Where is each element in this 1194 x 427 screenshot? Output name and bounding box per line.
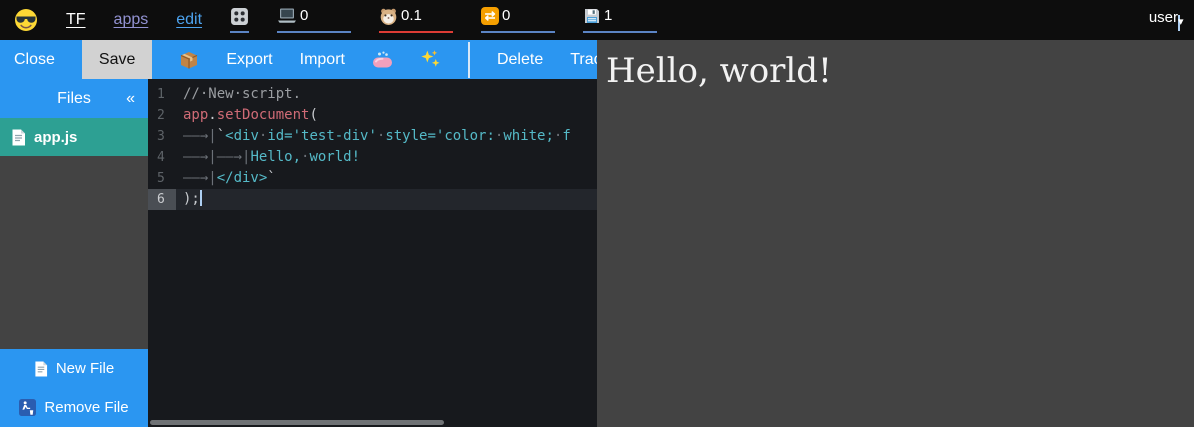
import-button[interactable]: Import	[300, 51, 345, 69]
line-number: 3	[148, 126, 176, 147]
user-menu-label: user	[1149, 9, 1178, 26]
code-line[interactable]: 2app.setDocument(	[148, 105, 597, 126]
new-file-button[interactable]: New File	[0, 349, 148, 388]
code-line-text: app.setDocument(	[176, 105, 318, 126]
code-lines: 1//·New·script.2app.setDocument(3——→|`<d…	[148, 79, 597, 210]
code-line-text: ——→|——→|Hello,·world!	[176, 147, 360, 168]
text-cursor	[200, 190, 202, 206]
user-menu[interactable]: user▾	[1149, 9, 1180, 31]
tab-whitespace-marker: ——→|	[217, 149, 251, 165]
line-number: 5	[148, 168, 176, 189]
code-token: f	[562, 128, 570, 144]
files-sidebar: Files « app.js New File	[0, 79, 148, 427]
code-token: id='test-div'	[267, 128, 377, 144]
code-token: </div>	[217, 170, 268, 186]
soap-icon	[372, 50, 393, 70]
code-line[interactable]: 3——→|`<div·id='test-div'·style='color:·w…	[148, 126, 597, 147]
line-number: 2	[148, 105, 176, 126]
repeat-icon: ⇄	[481, 7, 499, 25]
soap-button[interactable]	[372, 50, 393, 70]
sidebar-actions: New File Remove File	[0, 349, 148, 427]
tab-whitespace-marker: ——→|	[183, 170, 217, 186]
laptop-icon	[277, 7, 297, 24]
tab-whitespace-marker: ——→|	[183, 128, 217, 144]
stat-cpu[interactable]: 0	[277, 7, 351, 33]
line-number: 4	[148, 147, 176, 168]
sparkles-button[interactable]	[420, 49, 441, 70]
remove-file-label: Remove File	[44, 399, 128, 416]
code-token: Hello,	[250, 149, 301, 165]
package-button[interactable]	[179, 50, 199, 70]
line-number: 1	[148, 84, 176, 105]
new-file-icon	[34, 361, 48, 377]
brand-link[interactable]: TF	[66, 11, 86, 29]
stat-storage-value: 1	[604, 7, 612, 25]
code-line[interactable]: 4——→|——→|Hello,·world!	[148, 147, 597, 168]
floppy-icon	[583, 7, 601, 25]
code-token: (	[309, 107, 317, 123]
editor-toolbar: Close Save Export Import	[0, 40, 597, 79]
die-grid-icon[interactable]	[230, 7, 249, 33]
file-name: app.js	[34, 129, 77, 146]
code-line-text: );	[176, 189, 202, 210]
horizontal-scrollbar[interactable]	[150, 420, 444, 425]
chevron-down-icon: ▾	[1178, 15, 1180, 31]
code-line[interactable]: 1 //·New·script.	[148, 84, 597, 105]
code-token: //·New·script.	[183, 86, 301, 102]
stat-repeat[interactable]: ⇄ 0	[481, 7, 555, 33]
app-preview-pane: Hello, world!	[597, 40, 1194, 427]
remove-file-button[interactable]: Remove File	[0, 388, 148, 427]
code-line-text: ——→|`<div·id='test-div'·style='color:·wh…	[176, 126, 571, 147]
nav-link-edit[interactable]: edit	[176, 11, 202, 29]
sparkles-icon	[420, 49, 441, 70]
file-item-appjs[interactable]: app.js	[0, 118, 148, 156]
close-button[interactable]: Close	[14, 51, 55, 69]
stat-hamster-value: 0.1	[401, 7, 422, 25]
stat-cpu-value: 0	[300, 7, 308, 25]
sunglasses-emoji-icon[interactable]	[14, 8, 38, 32]
delete-button[interactable]: Delete	[497, 51, 543, 69]
files-title: Files	[57, 90, 91, 108]
files-header: Files «	[0, 79, 148, 118]
code-token: app	[183, 107, 208, 123]
stat-repeat-value: 0	[502, 7, 510, 25]
code-token: <div	[225, 128, 259, 144]
code-token: world!	[309, 149, 360, 165]
line-number: 6	[148, 189, 176, 210]
code-token: .	[208, 107, 216, 123]
stat-hamster[interactable]: 0.1	[379, 7, 453, 33]
collapse-sidebar-icon[interactable]: «	[126, 90, 135, 108]
tab-whitespace-marker: ——→|	[183, 149, 217, 165]
code-line-text: //·New·script.	[176, 84, 301, 105]
code-token: white;	[503, 128, 554, 144]
code-token: setDocument	[217, 107, 310, 123]
code-line[interactable]: 6);	[148, 189, 597, 210]
top-bar: TF apps edit 0 0.1	[0, 0, 1194, 40]
file-icon	[11, 129, 26, 146]
code-token: `	[267, 170, 275, 186]
preview-hello-text: Hello, world!	[597, 40, 1194, 91]
package-icon	[179, 50, 199, 70]
code-editor[interactable]: 1//·New·script.2app.setDocument(3——→|`<d…	[148, 79, 597, 427]
nav-link-apps[interactable]: apps	[114, 11, 149, 29]
new-file-label: New File	[56, 360, 114, 377]
empty-swatch-box[interactable]	[468, 42, 470, 78]
litter-bin-icon	[19, 399, 36, 416]
code-token: style='color:	[385, 128, 495, 144]
export-button[interactable]: Export	[226, 51, 272, 69]
code-token: );	[183, 191, 200, 207]
code-token: `	[217, 128, 225, 144]
hamster-icon	[379, 7, 398, 26]
save-button[interactable]: Save	[82, 40, 152, 79]
code-line-text: ——→|</div>`	[176, 168, 276, 189]
code-line[interactable]: 5——→|</div>`	[148, 168, 597, 189]
stat-storage[interactable]: 1	[583, 7, 657, 33]
